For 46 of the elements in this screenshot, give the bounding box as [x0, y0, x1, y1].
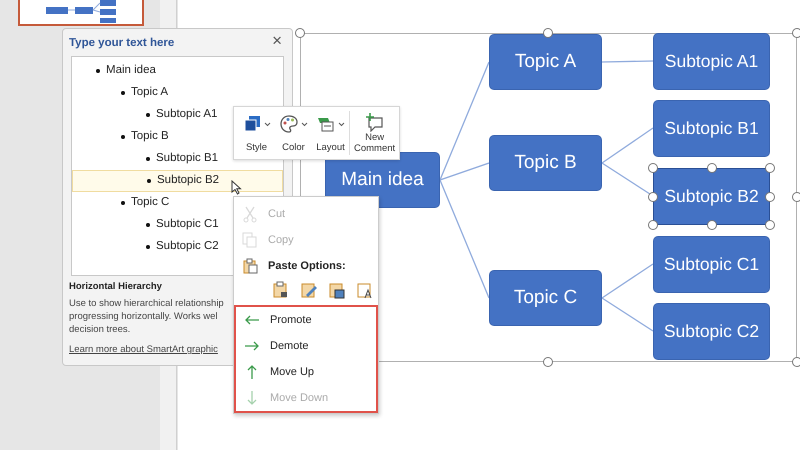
description-line: progressing horizontally. Works wel: [69, 310, 218, 324]
comment-icon: [364, 112, 385, 132]
copy-icon: [242, 232, 258, 248]
connector-line: [602, 297, 653, 332]
diagram-node[interactable]: Subtopic C2: [653, 303, 770, 360]
outline-item[interactable]: Topic A: [72, 82, 168, 104]
connector-line: [602, 60, 653, 63]
outline-item[interactable]: Subtopic B1: [72, 148, 218, 170]
diagram-node[interactable]: Topic B: [489, 135, 602, 191]
outline-item[interactable]: Subtopic C2: [72, 236, 219, 258]
toolbar-button[interactable]: New Comment: [349, 111, 400, 155]
menu-heading: Paste Options:: [234, 253, 378, 279]
diagram-node[interactable]: Subtopic B2: [653, 168, 770, 225]
diagram-node[interactable]: Topic C: [489, 270, 602, 326]
learn-more-link[interactable]: Learn more about SmartArt graphic: [69, 343, 218, 358]
outline-item[interactable]: Main idea: [72, 60, 156, 82]
slide-thumbnail[interactable]: [18, 0, 144, 26]
description-line: decision trees.: [69, 323, 130, 336]
outline-item[interactable]: Topic C: [72, 192, 170, 214]
toolbar-button[interactable]: Color: [275, 111, 312, 155]
outline-item[interactable]: Subtopic A1: [72, 104, 218, 126]
diagram-node[interactable]: Topic A: [489, 34, 602, 90]
caret-icon: [301, 122, 308, 126]
palette-icon: [279, 114, 299, 134]
paste-picture-icon[interactable]: [328, 281, 346, 299]
outline-item[interactable]: Subtopic B2: [72, 170, 283, 192]
description-line: Use to show hierarchical relationship: [69, 297, 224, 310]
paste-text-icon[interactable]: [356, 281, 374, 299]
diagram-node[interactable]: Subtopic B1: [653, 100, 770, 157]
outline-item[interactable]: Subtopic C1: [72, 214, 219, 236]
diagram-node[interactable]: Subtopic A1: [653, 33, 770, 90]
toolbar-button[interactable]: Layout: [312, 111, 349, 155]
layout-name: Horizontal Hierarchy: [69, 280, 162, 294]
paste-brush-icon[interactable]: [300, 281, 318, 299]
clipboard-icon: [242, 258, 258, 274]
pane-title: Type your text here: [69, 36, 174, 51]
connector-line: [602, 263, 653, 299]
scissors-icon: [242, 206, 258, 222]
toolbar-button[interactable]: Style: [238, 111, 275, 155]
outline-item[interactable]: Topic B: [72, 126, 169, 148]
close-button[interactable]: ×: [270, 31, 284, 52]
caret-icon: [264, 122, 271, 126]
paste-formatting-icon[interactable]: [272, 281, 290, 299]
caret-icon: [338, 122, 345, 126]
connector-line: [602, 127, 653, 164]
diagram-node[interactable]: Subtopic C1: [653, 236, 770, 293]
